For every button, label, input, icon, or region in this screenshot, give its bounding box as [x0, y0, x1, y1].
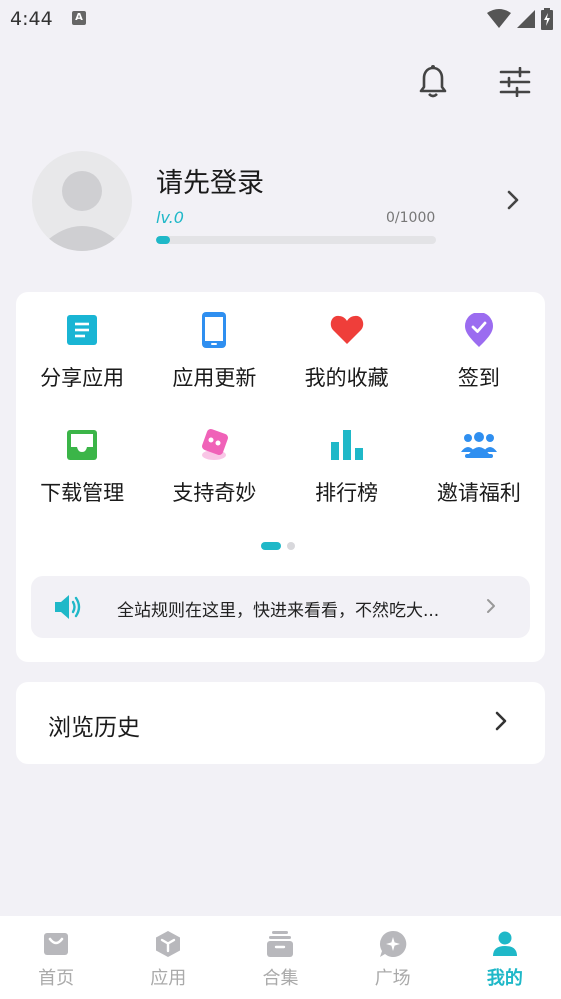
sliders-icon — [499, 67, 531, 97]
feature-app-update[interactable]: 应用更新 — [148, 312, 280, 392]
signal-icon — [517, 10, 535, 28]
level-label: lv.0 — [156, 208, 184, 227]
feature-label: 分享应用 — [40, 366, 125, 390]
history-card[interactable]: 浏览历史 — [16, 682, 545, 764]
default-avatar-icon — [44, 171, 120, 251]
feature-label: 下载管理 — [40, 481, 125, 505]
feature-label: 邀请福利 — [436, 481, 521, 505]
tab-me[interactable]: 我的 — [449, 916, 561, 999]
notifications-button[interactable] — [415, 64, 451, 100]
tab-label: 广场 — [374, 968, 411, 989]
notice-text: 全站规则在这里，快进来看看，不然吃大... — [117, 601, 440, 621]
phone-icon — [202, 312, 227, 348]
exp-text: 0/1000 — [386, 210, 436, 226]
bell-icon — [419, 65, 447, 98]
feature-label: 我的收藏 — [304, 366, 389, 390]
chevron-right-icon[interactable] — [506, 189, 520, 211]
tab-label: 首页 — [38, 968, 75, 989]
chevron-right-icon — [495, 711, 507, 731]
tab-collections[interactable]: 合集 — [224, 916, 336, 999]
gift-icon — [202, 429, 229, 460]
notice-bar[interactable]: 全站规则在这里，快进来看看，不然吃大... — [31, 576, 530, 638]
inbox-icon — [67, 430, 98, 460]
feature-checkin[interactable]: 签到 — [413, 312, 545, 392]
check-badge-icon — [464, 313, 493, 347]
heart-icon — [330, 315, 363, 344]
login-prompt[interactable]: 请先登录 — [156, 161, 264, 200]
tab-label: 我的 — [486, 968, 523, 989]
wifi-icon — [487, 9, 511, 28]
page-dot — [287, 542, 295, 550]
group-icon — [460, 432, 497, 458]
feature-share-app[interactable]: 分享应用 — [16, 312, 148, 392]
status-bar: 4:44 A — [0, 0, 561, 36]
exp-progress-bar — [156, 236, 436, 244]
status-time: 4:44 — [10, 8, 53, 30]
bottom-tab-bar: 首页 应用 合集 广场 我的 — [0, 916, 561, 999]
person-icon — [492, 931, 517, 956]
feature-label: 应用更新 — [172, 366, 257, 390]
history-label: 浏览历史 — [48, 715, 140, 741]
feature-favorites[interactable]: 我的收藏 — [281, 312, 413, 392]
tab-home[interactable]: 首页 — [0, 916, 112, 999]
profile-section[interactable]: 请先登录 lv.0 0/1000 — [32, 151, 532, 251]
feature-grid: 分享应用 应用更新 我的收藏 签到 下载管理 支持奇妙 排行榜 邀请福利 — [16, 312, 545, 507]
document-icon — [67, 315, 98, 345]
bar-chart-icon — [330, 430, 363, 460]
page-dot-active — [261, 542, 281, 550]
feature-label: 签到 — [457, 366, 500, 390]
feature-label: 支持奇妙 — [172, 481, 257, 505]
header-actions — [415, 64, 533, 100]
tab-apps[interactable]: 应用 — [112, 916, 224, 999]
notification-badge: A — [72, 11, 86, 25]
avatar[interactable] — [32, 151, 132, 251]
tab-label: 合集 — [262, 968, 299, 989]
feature-support[interactable]: 支持奇妙 — [148, 427, 280, 507]
features-card: 分享应用 应用更新 我的收藏 签到 下载管理 支持奇妙 排行榜 邀请福利 全站规… — [16, 292, 545, 662]
cube-icon — [156, 931, 181, 957]
page-indicator — [261, 542, 295, 550]
settings-button[interactable] — [497, 64, 533, 100]
feature-invite[interactable]: 邀请福利 — [413, 427, 545, 507]
feature-download-manager[interactable]: 下载管理 — [16, 427, 148, 507]
exp-progress-fill — [156, 236, 170, 244]
home-bag-icon — [44, 933, 69, 955]
chat-bubble-icon — [379, 930, 406, 957]
feature-ranking[interactable]: 排行榜 — [281, 427, 413, 507]
tab-label: 应用 — [150, 968, 187, 989]
tab-plaza[interactable]: 广场 — [337, 916, 449, 999]
feature-label: 排行榜 — [315, 481, 379, 505]
status-icons — [487, 8, 553, 30]
battery-icon — [541, 8, 553, 30]
archive-icon — [267, 931, 294, 957]
speaker-icon — [55, 595, 81, 619]
chevron-right-icon — [487, 599, 495, 613]
